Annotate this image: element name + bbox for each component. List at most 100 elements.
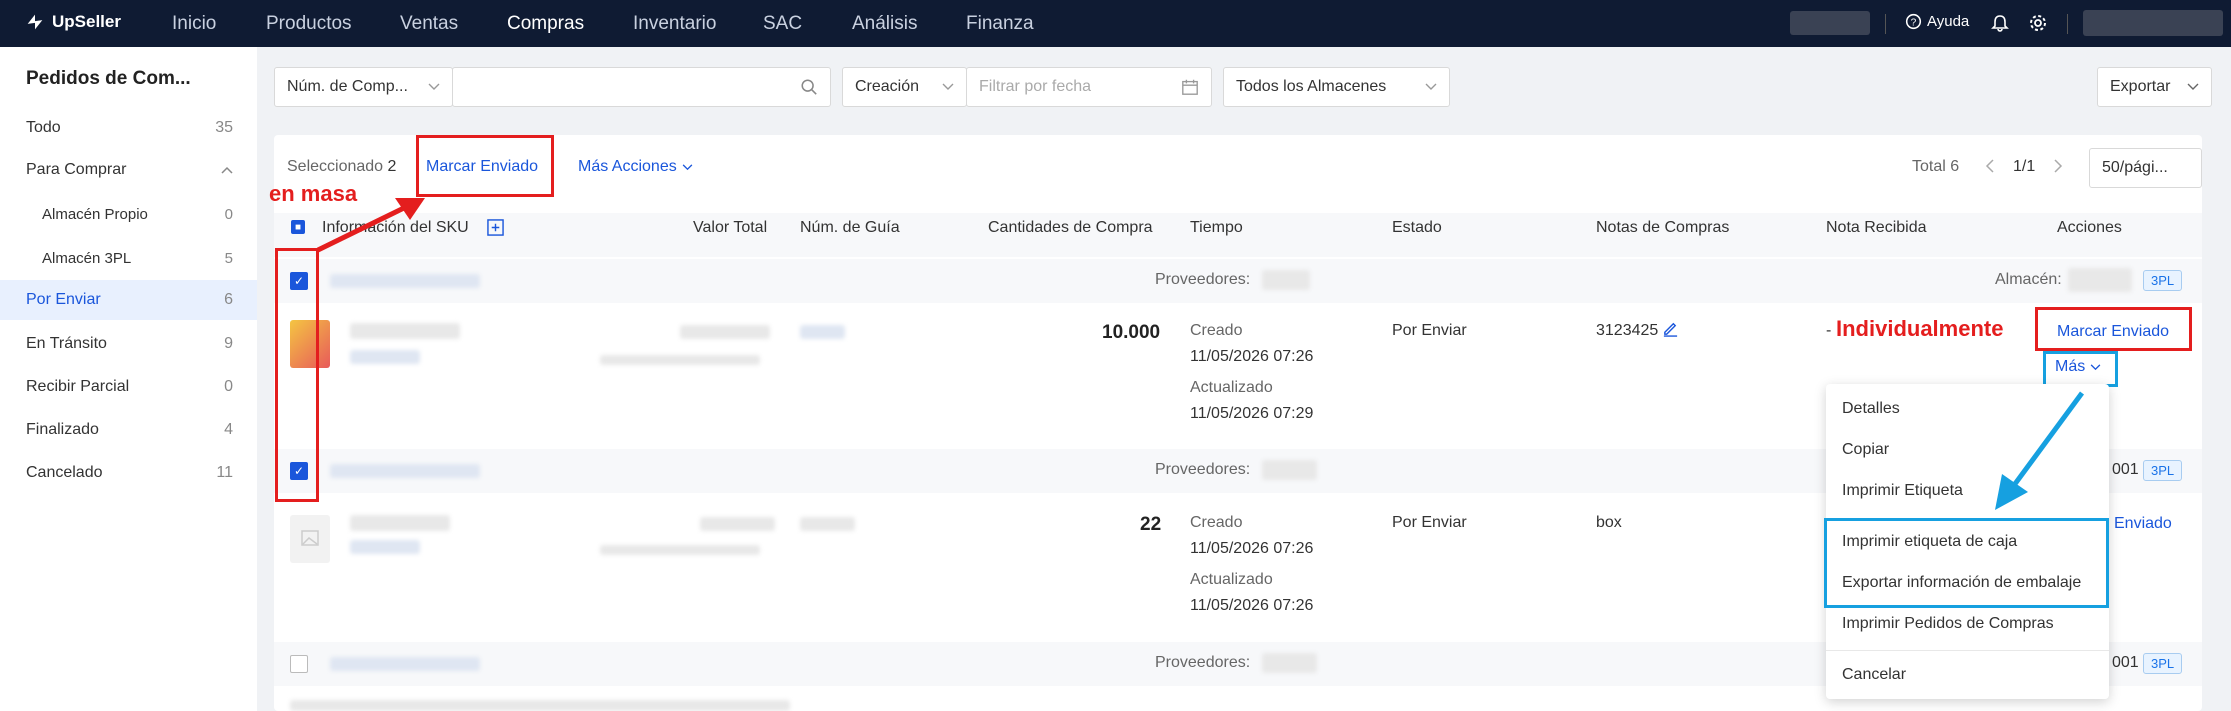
sidebar-title: Pedidos de Com... [26, 68, 191, 89]
gear-icon[interactable] [2028, 13, 2048, 33]
order-number[interactable] [330, 464, 480, 478]
row-checkbox[interactable] [290, 655, 308, 673]
value-detail [600, 355, 760, 365]
selected-label: Seleccionado 2 [287, 158, 397, 175]
col-time: Tiempo [1190, 219, 1243, 236]
col-received: Nota Recibida [1826, 219, 1927, 236]
chevron-down-icon [2187, 83, 2199, 90]
nav-analisis[interactable]: Análisis [852, 13, 917, 35]
account-badge[interactable] [1790, 11, 1870, 35]
sku-code[interactable] [350, 540, 420, 554]
tracking-number [800, 517, 855, 531]
date-type-select[interactable]: Creación [842, 67, 967, 107]
chevron-down-icon [682, 163, 693, 170]
nav-inventario[interactable]: Inventario [633, 13, 716, 35]
menu-item-exportar-embalaje[interactable]: Exportar información de embalaje [1842, 574, 2081, 592]
individual-annotation: Individualmente [1836, 316, 2004, 341]
nav-sac[interactable]: SAC [763, 13, 802, 35]
search-icon[interactable] [800, 78, 818, 96]
warehouse-type-tag: 3PL [2143, 270, 2183, 291]
search-type-select[interactable]: Núm. de Comp... [274, 67, 453, 107]
supplier-label: Proveedores: [1155, 654, 1251, 671]
col-actions: Acciones [2057, 219, 2122, 236]
nav-compras[interactable]: Compras [507, 13, 584, 35]
user-menu[interactable] [2083, 10, 2223, 36]
sidebar-item-finalizado[interactable]: Finalizado 4 [0, 410, 257, 450]
prev-page-icon[interactable] [1985, 158, 1995, 174]
nav-inicio[interactable]: Inicio [172, 13, 216, 35]
updated-time: 11/05/2026 07:29 [1190, 405, 1314, 422]
date-filter-input[interactable]: Filtrar por fecha [966, 67, 1212, 107]
sidebar-item-todo[interactable]: Todo 35 [0, 108, 257, 148]
menu-item-cancelar[interactable]: Cancelar [1842, 666, 1906, 684]
expand-plus-icon[interactable] [487, 219, 504, 236]
divider [1885, 14, 1886, 34]
purchase-qty: 22 [1140, 514, 1162, 535]
edit-icon[interactable] [1662, 320, 1679, 337]
menu-item-imprimir-etiqueta[interactable]: Imprimir Etiqueta [1842, 482, 1963, 500]
created-time: 11/05/2026 07:26 [1190, 540, 1314, 557]
menu-item-detalles[interactable]: Detalles [1842, 400, 1900, 418]
warehouse-type-tag: 3PL [2143, 460, 2183, 481]
menu-item-imprimir-pedidos[interactable]: Imprimir Pedidos de Compras [1842, 615, 2054, 633]
menu-divider [1826, 650, 2109, 651]
chevron-down-icon [942, 83, 954, 90]
next-row-preview [290, 700, 790, 711]
purchase-qty: 10.000 [1102, 322, 1161, 343]
nav-finanza[interactable]: Finanza [966, 13, 1034, 35]
sidebar-item-en-transito[interactable]: En Tránsito 9 [0, 324, 257, 364]
sidebar-item-para-comprar[interactable]: Para Comprar [0, 150, 257, 190]
status-text: Por Enviar [1392, 322, 1467, 339]
page-indicator: 1/1 [2013, 158, 2036, 175]
total-count: Total 6 [1912, 158, 1960, 175]
menu-item-copiar[interactable]: Copiar [1842, 441, 1889, 459]
order-number[interactable] [330, 657, 480, 671]
nav-productos[interactable]: Productos [266, 13, 352, 35]
sku-name [350, 323, 460, 339]
mark-sent-row-button[interactable]: Enviado [2114, 515, 2172, 533]
help-link[interactable]: ? Ayuda [1905, 13, 1969, 30]
search-input[interactable] [452, 67, 831, 107]
warehouse-name [2068, 268, 2132, 292]
sku-name [350, 515, 450, 531]
received-note: - [1826, 322, 1832, 339]
tracking-number[interactable] [800, 325, 845, 339]
supplier-name [1262, 270, 1310, 290]
sku-code[interactable] [350, 350, 420, 364]
chevron-down-icon [1425, 83, 1437, 90]
image-placeholder-icon [301, 530, 319, 546]
warehouse-code: 001 [2112, 461, 2139, 478]
mark-sent-bulk-button[interactable]: Marcar Enviado [426, 158, 538, 176]
export-button[interactable]: Exportar [2097, 67, 2212, 107]
supplier-label: Proveedores: [1155, 461, 1251, 478]
more-row-button[interactable]: Más [2055, 358, 2101, 376]
sidebar-item-almacen-3pl[interactable]: Almacén 3PL 5 [0, 238, 257, 278]
chevron-down-icon [428, 83, 440, 90]
col-tracking: Núm. de Guía [800, 219, 900, 236]
mark-sent-row-button[interactable]: Marcar Enviado [2057, 323, 2169, 341]
warehouse-select[interactable]: Todos los Almacenes [1223, 67, 1450, 107]
checkbox-highlight-box [275, 248, 319, 502]
created-label: Creado [1190, 514, 1243, 531]
per-page-select[interactable]: 50/pági... [2089, 148, 2202, 188]
total-value [700, 517, 775, 531]
product-thumbnail[interactable] [290, 515, 330, 563]
sidebar-item-cancelado[interactable]: Cancelado 11 [0, 453, 257, 493]
next-page-icon[interactable] [2053, 158, 2063, 174]
sidebar-item-almacen-propio[interactable]: Almacén Propio 0 [0, 194, 257, 234]
sidebar-item-recibir-parcial[interactable]: Recibir Parcial 0 [0, 367, 257, 407]
new-options-highlight-box [1824, 518, 2109, 608]
sidebar-item-por-enviar[interactable]: Por Enviar 6 [0, 280, 257, 320]
upseller-logo-icon [27, 14, 43, 30]
col-status: Estado [1392, 219, 1442, 236]
nav-ventas[interactable]: Ventas [400, 13, 458, 35]
question-circle-icon: ? [1905, 13, 1922, 30]
more-actions-button[interactable]: Más Acciones [578, 158, 693, 176]
svg-text:?: ? [1911, 17, 1917, 28]
purchase-note: 3123425 [1596, 322, 1659, 339]
app-logo[interactable]: UpSeller [24, 11, 121, 33]
updated-label: Actualizado [1190, 571, 1273, 588]
total-value [680, 325, 770, 339]
bell-icon[interactable] [1990, 13, 2010, 33]
menu-item-imprimir-etiqueta-caja[interactable]: Imprimir etiqueta de caja [1842, 533, 2017, 551]
